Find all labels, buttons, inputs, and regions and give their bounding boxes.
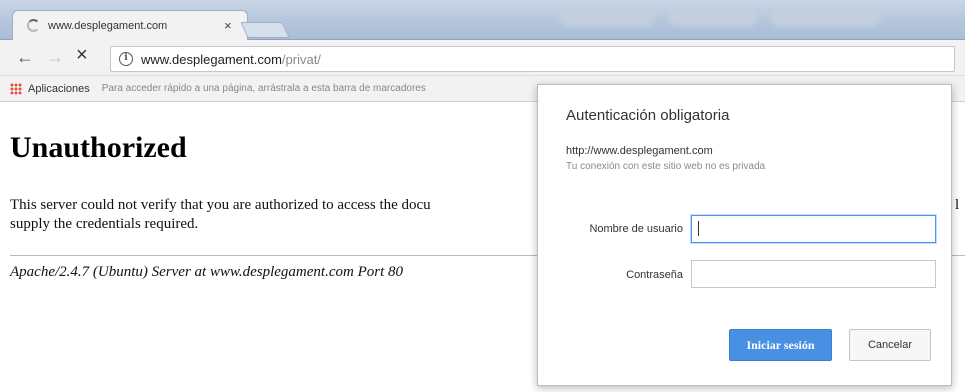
apps-shortcut[interactable]: Aplicaciones: [28, 83, 90, 95]
forward-arrow-icon[interactable]: →: [46, 48, 64, 66]
site-info-icon[interactable]: i: [119, 52, 133, 66]
back-arrow-icon[interactable]: ←: [16, 48, 34, 66]
new-tab-button[interactable]: [240, 22, 290, 38]
browser-toolbar: ← → × i www.desplegament.com/privat/: [0, 40, 965, 76]
page-title: Unauthorized: [10, 131, 187, 164]
blurred-window-title: [770, 8, 880, 26]
apps-grid-icon[interactable]: [10, 82, 22, 95]
sign-in-button[interactable]: Iniciar sesión: [729, 329, 832, 361]
password-field[interactable]: [691, 260, 936, 288]
dialog-privacy-warning: Tu conexión con este sitio web no es pri…: [566, 161, 766, 172]
address-bar[interactable]: i www.desplegament.com/privat/: [110, 46, 955, 72]
browser-tab-strip: www.desplegament.com ×: [0, 0, 965, 40]
url-host: www.desplegament.com: [141, 51, 282, 67]
bookmarks-hint: Para acceder rápido a una página, arrást…: [101, 83, 426, 94]
text-caret: [698, 221, 699, 236]
loading-spinner-icon: [27, 19, 40, 32]
username-field[interactable]: [691, 215, 936, 243]
browser-tab[interactable]: www.desplegament.com ×: [12, 10, 248, 40]
stop-loading-icon[interactable]: ×: [76, 45, 88, 65]
blurred-window-title: [668, 8, 758, 26]
auth-dialog: Autenticación obligatoria http://www.des…: [537, 84, 952, 386]
server-signature: Apache/2.4.7 (Ubuntu) Server at www.desp…: [10, 264, 403, 280]
dialog-title: Autenticación obligatoria: [566, 107, 730, 124]
url-path: /privat/: [281, 51, 321, 67]
tab-close-icon[interactable]: ×: [224, 18, 232, 33]
tab-title: www.desplegament.com: [48, 19, 168, 32]
username-label: Nombre de usuario: [589, 223, 683, 235]
dialog-origin: http://www.desplegament.com: [566, 145, 713, 157]
cancel-button[interactable]: Cancelar: [849, 329, 931, 361]
error-message-tail: l: [955, 197, 960, 213]
password-label: Contraseña: [626, 269, 683, 281]
blurred-window-title: [560, 8, 655, 26]
